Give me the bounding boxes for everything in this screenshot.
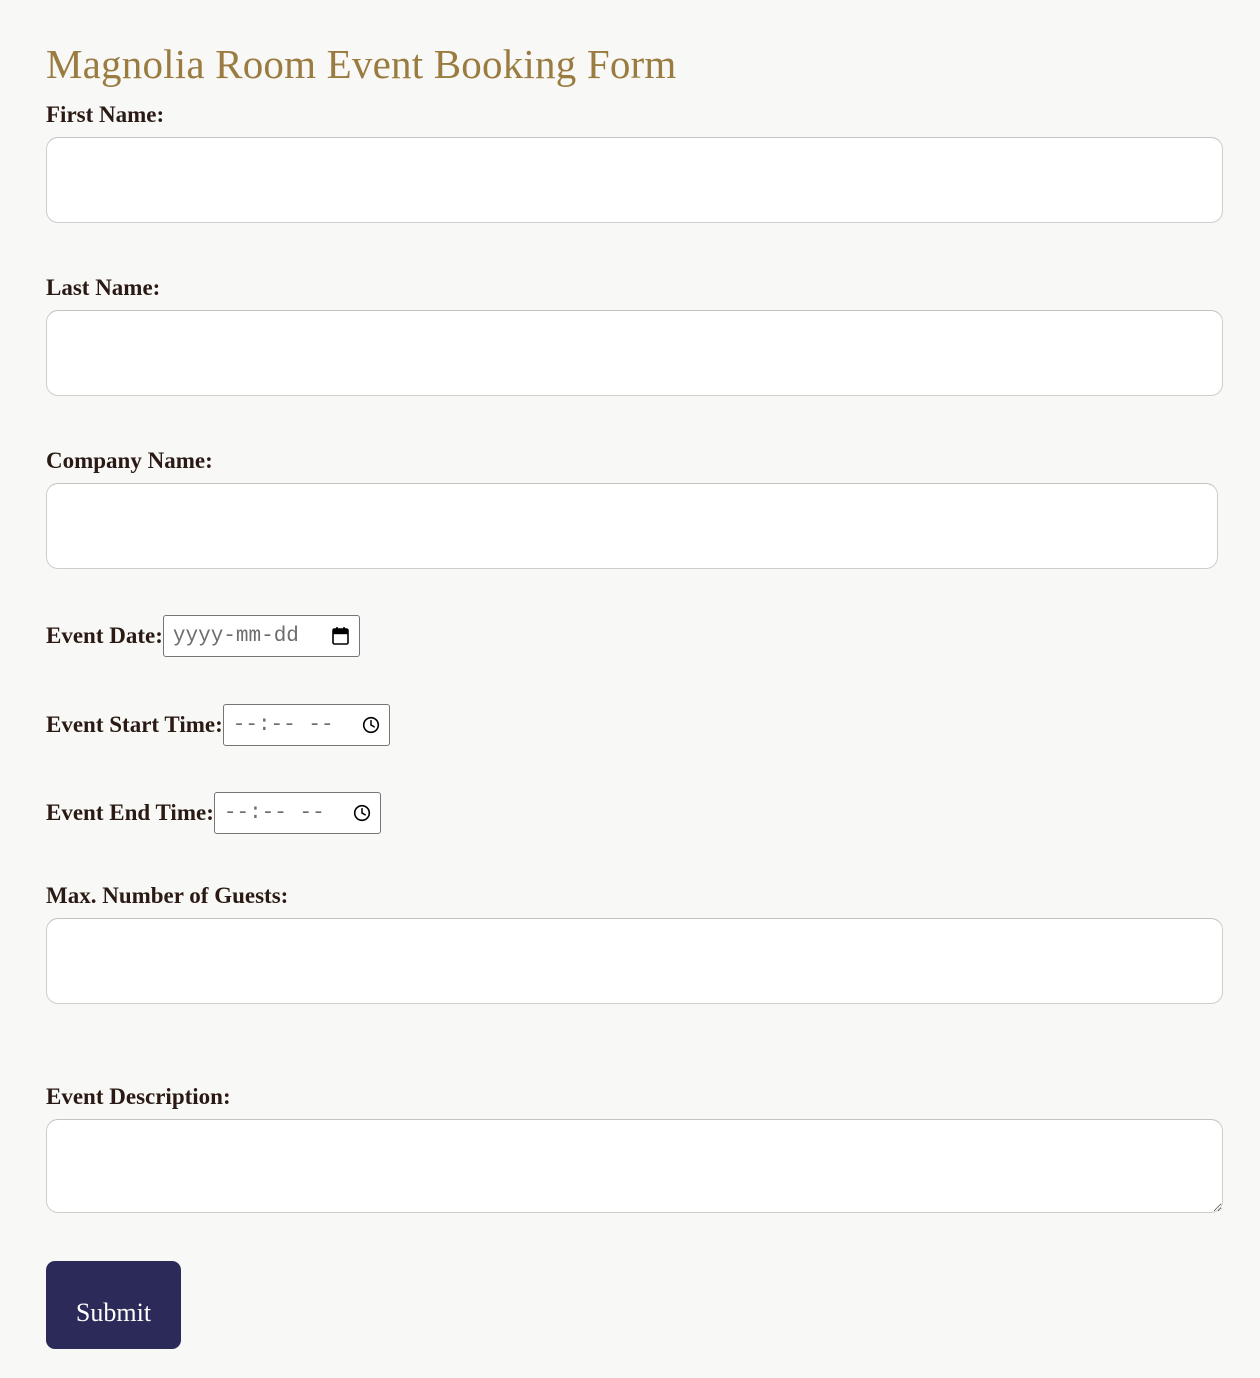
event-date-label: Event Date: bbox=[46, 623, 163, 649]
max-guests-label: Max. Number of Guests: bbox=[46, 883, 289, 908]
first-name-label: First Name: bbox=[46, 102, 165, 127]
field-first-name: First Name: bbox=[46, 99, 1223, 223]
field-event-start-time: Event Start Time: --:-- -- bbox=[46, 704, 390, 746]
max-guests-input[interactable] bbox=[46, 917, 1223, 1004]
clock-icon[interactable] bbox=[361, 715, 381, 735]
event-start-time-label: Event Start Time: bbox=[46, 712, 223, 738]
field-event-end-time: Event End Time: --:-- -- bbox=[46, 792, 381, 834]
field-last-name: Last Name: bbox=[46, 272, 1223, 396]
booking-form-page: Magnolia Room Event Booking Form First N… bbox=[0, 0, 1260, 1378]
event-end-time-placeholder-text: --:-- -- bbox=[223, 801, 325, 825]
field-company-name: Company Name: bbox=[46, 445, 1218, 569]
field-event-description: Event Description: bbox=[46, 1081, 1223, 1213]
field-max-guests: Max. Number of Guests: bbox=[46, 880, 1223, 1004]
first-name-input[interactable] bbox=[46, 136, 1223, 223]
event-description-label: Event Description: bbox=[46, 1084, 231, 1109]
calendar-icon[interactable] bbox=[331, 626, 351, 646]
event-date-input[interactable]: yyyy-mm-dd bbox=[162, 615, 360, 657]
company-name-input[interactable] bbox=[46, 482, 1218, 569]
last-name-input[interactable] bbox=[46, 309, 1223, 396]
submit-button-label: Submit bbox=[75, 1298, 152, 1327]
event-description-input[interactable] bbox=[46, 1118, 1223, 1213]
submit-button[interactable]: Submit bbox=[46, 1261, 181, 1349]
event-date-placeholder-text: yyyy-mm-dd bbox=[172, 624, 299, 648]
event-end-time-input[interactable]: --:-- -- bbox=[213, 792, 381, 834]
company-name-label: Company Name: bbox=[46, 448, 213, 473]
event-start-time-placeholder-text: --:-- -- bbox=[232, 713, 334, 737]
last-name-label: Last Name: bbox=[46, 275, 161, 300]
page-title: Magnolia Room Event Booking Form bbox=[46, 41, 677, 88]
event-start-time-input[interactable]: --:-- -- bbox=[222, 704, 390, 746]
field-event-date: Event Date: yyyy-mm-dd bbox=[46, 615, 360, 657]
event-end-time-label: Event End Time: bbox=[46, 800, 214, 826]
clock-icon[interactable] bbox=[352, 803, 372, 823]
